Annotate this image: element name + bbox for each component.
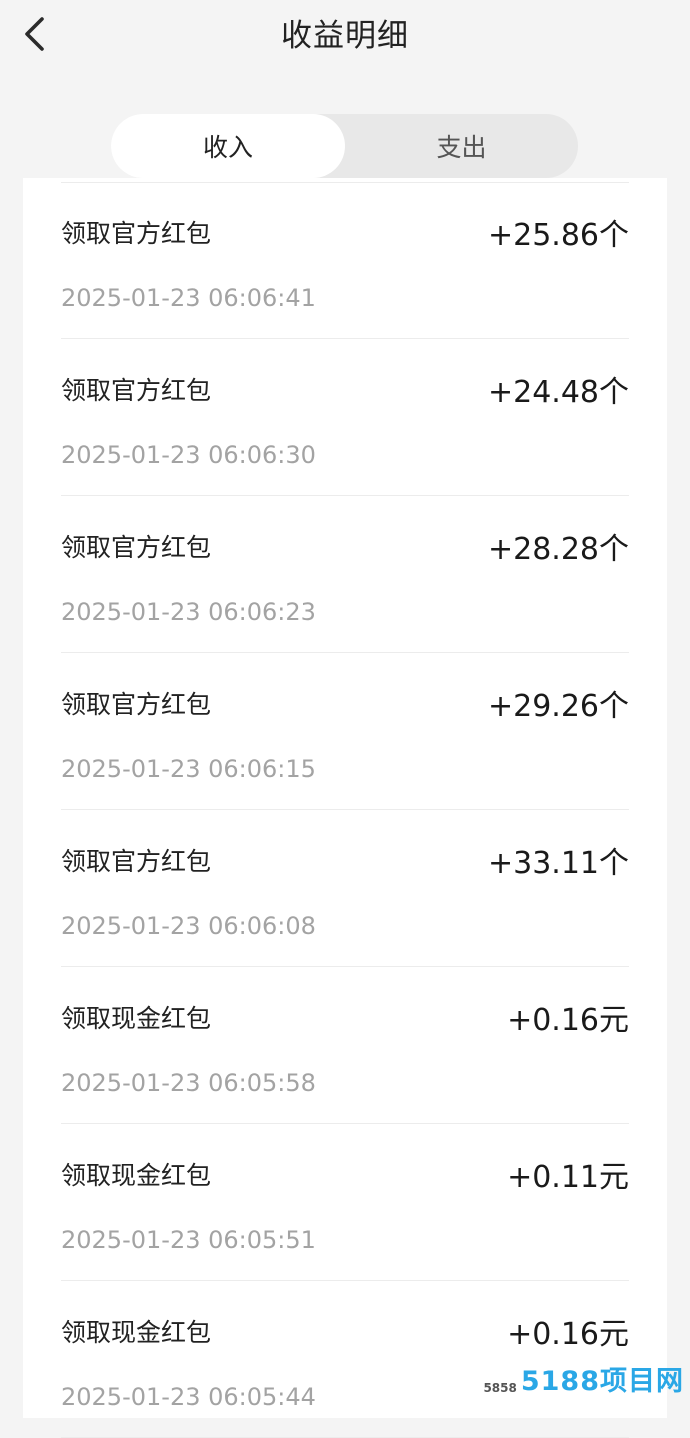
record-amount: +0.16元: [507, 1317, 629, 1352]
income-record-list: 领取官方红包 +25.86个 2025-01-23 06:06:41 领取官方红…: [23, 178, 667, 1438]
tab-switcher: 收入 支出: [111, 114, 578, 178]
watermark-small-text: 5858: [483, 1381, 517, 1395]
record-time: 2025-01-23 06:05:58: [61, 1069, 316, 1097]
record-time: 2025-01-23 06:06:08: [61, 912, 316, 940]
header-bar: 收益明细: [0, 0, 690, 80]
record-amount: +0.16元: [507, 1003, 629, 1038]
record-title: 领取官方红包: [61, 690, 212, 719]
record-item[interactable]: 领取官方红包 +25.86个 2025-01-23 06:06:41: [61, 182, 629, 339]
record-title: 领取现金红包: [61, 1004, 212, 1033]
record-time: 2025-01-23 06:06:23: [61, 598, 316, 626]
record-item[interactable]: 领取官方红包 +33.11个 2025-01-23 06:06:08: [61, 810, 629, 967]
record-time: 2025-01-23 06:06:15: [61, 755, 316, 783]
record-title: 领取官方红包: [61, 847, 212, 876]
record-amount: +28.28个: [487, 532, 629, 567]
record-title: 领取现金红包: [61, 1161, 212, 1190]
record-item[interactable]: 领取官方红包 +24.48个 2025-01-23 06:06:30: [61, 339, 629, 496]
record-title: 领取官方红包: [61, 219, 212, 248]
record-title: 领取现金红包: [61, 1318, 212, 1347]
tab-income[interactable]: 收入: [111, 114, 345, 178]
record-item[interactable]: 领取现金红包 +0.11元 2025-01-23 06:05:51: [61, 1124, 629, 1281]
record-amount: +33.11个: [487, 846, 629, 881]
tab-expense[interactable]: 支出: [345, 114, 578, 178]
record-item[interactable]: 领取官方红包 +28.28个 2025-01-23 06:06:23: [61, 496, 629, 653]
record-item[interactable]: 领取现金红包 +0.16元 2025-01-23 06:05:58: [61, 967, 629, 1124]
record-amount: +0.11元: [507, 1160, 629, 1195]
record-time: 2025-01-23 06:06:41: [61, 284, 316, 312]
record-item[interactable]: 领取官方红包 +29.26个 2025-01-23 06:06:15: [61, 653, 629, 810]
watermark-logo-text: 5188项目网: [520, 1366, 684, 1397]
record-amount: +24.48个: [487, 375, 629, 410]
record-time: 2025-01-23 06:06:30: [61, 441, 316, 469]
record-item[interactable]: 领取现金红包 +0.16元 2025-01-23 06:05:44: [61, 1281, 629, 1438]
record-title: 领取官方红包: [61, 376, 212, 405]
record-title: 领取官方红包: [61, 533, 212, 562]
site-watermark: 5858 5188项目网: [483, 1366, 684, 1396]
page-title: 收益明细: [281, 18, 409, 54]
record-time: 2025-01-23 06:05:51: [61, 1226, 316, 1254]
record-amount: +29.26个: [487, 689, 629, 724]
record-amount: +25.86个: [487, 218, 629, 253]
record-time: 2025-01-23 06:05:44: [61, 1383, 316, 1411]
